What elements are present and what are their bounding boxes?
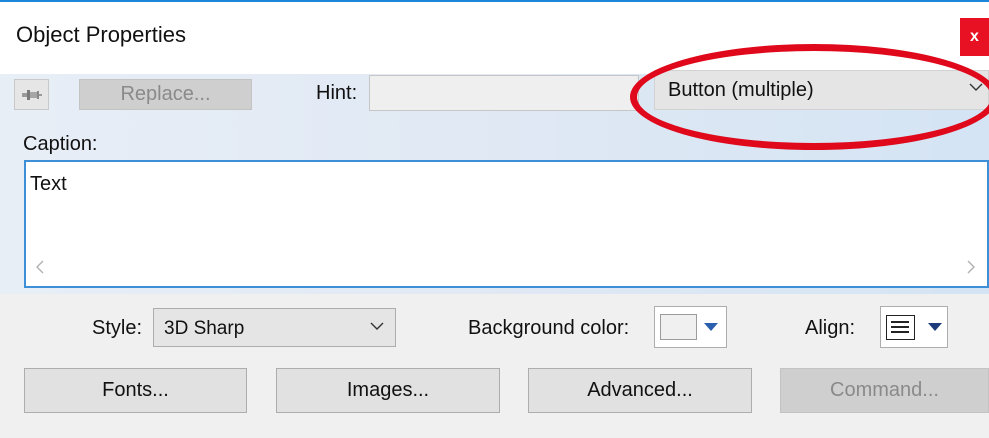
dropdown-arrow-icon [928,323,942,331]
background-color-picker[interactable] [654,306,727,348]
align-picker[interactable] [880,306,948,348]
object-type-value: Button (multiple) [668,79,814,101]
chevron-down-icon [969,83,983,91]
scroll-right-icon[interactable] [967,260,975,274]
align-left-icon [886,315,915,340]
command-button[interactable]: Command... [780,368,989,413]
caption-label: Caption: [23,133,98,155]
title-bar-accent [0,0,989,2]
style-label: Style: [92,317,143,339]
advanced-button[interactable]: Advanced... [528,368,752,413]
align-label: Align: [805,317,856,339]
hint-label: Hint: [316,82,358,104]
scroll-left-icon[interactable] [36,260,44,274]
caption-textarea[interactable]: Text [24,160,989,288]
dropdown-arrow-icon [704,323,718,331]
hint-input[interactable] [369,75,639,111]
object-type-select[interactable]: Button (multiple) [654,70,989,110]
style-value: 3D Sharp [164,318,245,339]
title-bar: Object Properties x [0,0,989,74]
style-select[interactable]: 3D Sharp [153,308,396,347]
images-button[interactable]: Images... [276,368,500,413]
fonts-button[interactable]: Fonts... [24,368,247,413]
pushpin-icon [22,90,42,100]
pin-button[interactable] [14,79,49,110]
close-button[interactable]: x [960,18,989,56]
object-properties-window: Object Properties x Replace... Hint: But… [0,0,989,438]
background-color-label: Background color: [468,317,630,339]
replace-button[interactable]: Replace... [79,79,252,110]
window-title: Object Properties [16,22,186,47]
background-color-swatch [660,314,697,340]
caption-text: Text [30,173,67,195]
chevron-down-icon [370,322,384,330]
